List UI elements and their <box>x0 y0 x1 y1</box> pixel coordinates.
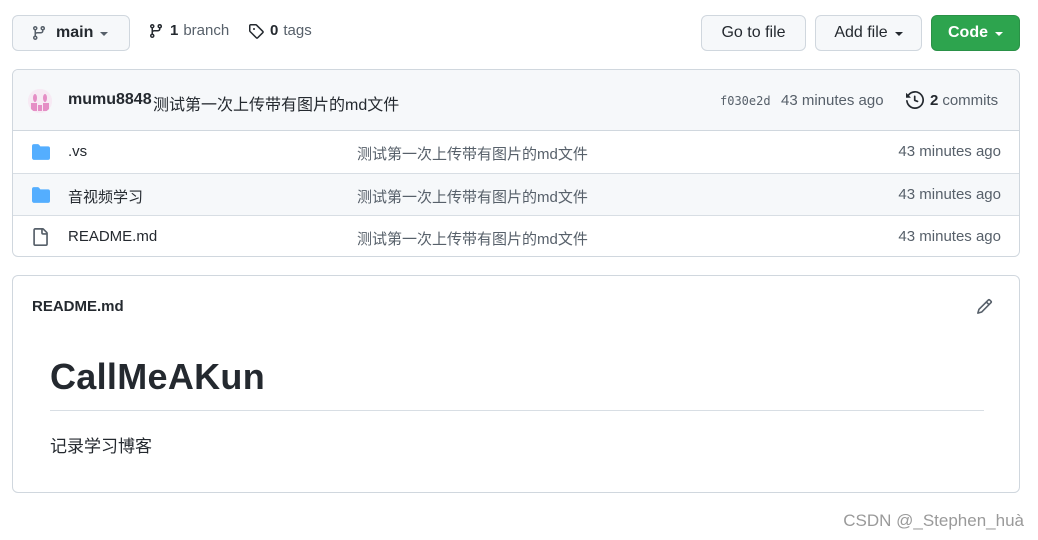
chevron-down-icon <box>995 32 1003 36</box>
tags-link[interactable]: 0 tags <box>248 22 312 39</box>
readme-heading: CallMeAKun <box>50 356 266 397</box>
readme-body: 记录学习博客 <box>50 437 152 456</box>
folder-icon <box>32 144 50 160</box>
commit-author[interactable]: mumu8848 <box>68 91 152 109</box>
file-row[interactable]: 音视频学习 测试第一次上传带有图片的md文件 43 minutes ago <box>13 173 1019 215</box>
go-to-file-button[interactable]: Go to file <box>701 15 806 51</box>
commit-message[interactable]: 测试第一次上传带有图片的md文件 <box>153 91 399 115</box>
add-file-label: Add file <box>834 24 888 41</box>
file-commit-time: 43 minutes ago <box>898 143 1001 160</box>
add-file-button[interactable]: Add file <box>815 15 922 51</box>
file-commit-message[interactable]: 测试第一次上传带有图片的md文件 <box>357 143 588 164</box>
avatar-image <box>28 89 52 113</box>
tag-icon <box>249 23 264 39</box>
go-to-file-label: Go to file <box>721 24 786 41</box>
commits-label: commits <box>942 91 999 109</box>
branches-link[interactable]: 1 branch <box>148 22 229 39</box>
history-icon <box>906 91 924 109</box>
commits-count: 2 <box>930 91 939 109</box>
file-commit-message[interactable]: 测试第一次上传带有图片的md文件 <box>357 186 588 207</box>
readme-panel: README.md CallMeAKun 记录学习博客 <box>12 275 1020 493</box>
pencil-icon[interactable] <box>976 298 993 315</box>
branches-label: branch <box>183 22 230 39</box>
commit-time: 43 minutes ago <box>781 92 884 109</box>
watermark: CSDN @_Stephen_huà <box>843 511 1024 530</box>
git-branch-icon <box>32 26 45 41</box>
avatar[interactable] <box>28 89 52 113</box>
heading-divider <box>50 410 984 411</box>
tags-label: tags <box>283 22 312 39</box>
file-commit-time: 43 minutes ago <box>898 186 1001 203</box>
chevron-down-icon <box>100 32 109 36</box>
branch-select-button[interactable]: main <box>12 15 130 51</box>
file-list: mumu8848 测试第一次上传带有图片的md文件 f030e2d 43 min… <box>12 69 1020 257</box>
code-button[interactable]: Code <box>931 15 1020 51</box>
file-name[interactable]: README.md <box>68 228 157 245</box>
code-label: Code <box>948 24 988 41</box>
commit-sha[interactable]: f030e2d <box>720 94 771 108</box>
file-commit-time: 43 minutes ago <box>898 228 1001 245</box>
file-name[interactable]: 音视频学习 <box>68 186 143 207</box>
file-icon <box>33 228 48 246</box>
tags-count: 0 <box>270 22 279 39</box>
branches-count: 1 <box>170 22 179 39</box>
readme-filename[interactable]: README.md <box>32 298 124 315</box>
file-commit-message[interactable]: 测试第一次上传带有图片的md文件 <box>357 228 588 249</box>
file-row[interactable]: README.md 测试第一次上传带有图片的md文件 43 minutes ag… <box>13 215 1019 256</box>
folder-icon <box>32 187 50 203</box>
branch-name: main <box>56 24 94 41</box>
git-branch-icon <box>149 23 162 38</box>
file-name[interactable]: .vs <box>68 143 87 160</box>
file-row[interactable]: .vs 测试第一次上传带有图片的md文件 43 minutes ago <box>13 131 1019 173</box>
commits-history-link[interactable]: 2 commits <box>906 91 998 109</box>
latest-commit-bar: mumu8848 测试第一次上传带有图片的md文件 f030e2d 43 min… <box>13 70 1019 131</box>
chevron-down-icon <box>894 32 903 36</box>
